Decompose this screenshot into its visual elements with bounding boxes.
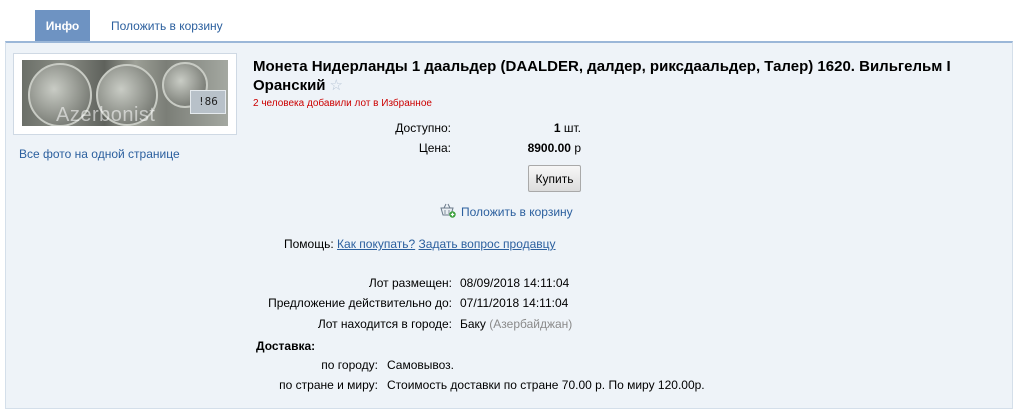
posted-label: Лот размещен: xyxy=(368,276,452,290)
price-value: 8900.00 р xyxy=(490,141,581,155)
delivery-world-label: по стране и миру: xyxy=(279,378,378,392)
city-label: Лот находится в городе: xyxy=(317,317,452,331)
delivery-city-label: по городу: xyxy=(321,358,378,372)
buy-button[interactable]: Купить xyxy=(528,165,581,192)
price-label: Цена: xyxy=(418,141,451,155)
tab-add-to-cart[interactable]: Положить в корзину xyxy=(111,10,223,42)
lot-photo-frame[interactable]: !86 Azerbonist xyxy=(13,53,237,135)
scale-display: !86 xyxy=(190,90,226,114)
posted-value: 08/09/2018 14:11:04 xyxy=(460,276,570,290)
favorite-star-icon[interactable]: ☆ xyxy=(330,77,343,94)
all-photos-link[interactable]: Все фото на одной странице xyxy=(19,147,180,161)
basket-add-icon[interactable] xyxy=(440,203,456,218)
valid-until-value: 07/11/2018 14:11:04 xyxy=(460,296,569,310)
valid-until-label: Предложение действительно до: xyxy=(268,296,452,310)
available-label: Доступно: xyxy=(395,121,451,135)
available-unit: шт. xyxy=(563,121,581,135)
photo-watermark: Azerbonist xyxy=(56,104,156,126)
delivery-world-value: Стоимость доставки по стране 70.00 р. По… xyxy=(387,378,705,392)
lot-title-text: Монета Нидерланды 1 даальдер (DAALDER, д… xyxy=(253,58,951,94)
favorites-count: 2 человека добавили лот в Избранное xyxy=(253,98,432,109)
country-name: (Азербайджан) xyxy=(489,317,573,331)
delivery-city-value: Самовывоз. xyxy=(387,358,455,372)
how-to-buy-link[interactable]: Как покупать? xyxy=(337,237,415,251)
delivery-heading: Доставка: xyxy=(256,339,316,353)
price-amount: 8900.00 xyxy=(527,141,571,155)
tab-bar: Инфо Положить в корзину xyxy=(0,0,1015,42)
tab-info[interactable]: Инфо xyxy=(35,10,90,42)
help-row: Помощь: Как покупать? Задать вопрос прод… xyxy=(284,237,556,251)
help-label: Помощь: xyxy=(284,237,334,251)
add-to-cart-link[interactable]: Положить в корзину xyxy=(461,205,573,219)
available-qty: 1 xyxy=(553,121,561,135)
city-name: Баку xyxy=(460,317,486,331)
price-currency: р xyxy=(574,141,581,155)
available-value: 1 шт. xyxy=(520,121,581,135)
lot-title: Монета Нидерланды 1 даальдер (DAALDER, д… xyxy=(253,57,993,95)
lot-photo[interactable]: !86 Azerbonist xyxy=(22,60,228,126)
ask-seller-link[interactable]: Задать вопрос продавцу xyxy=(419,237,556,251)
city-value: Баку (Азербайджан) xyxy=(460,317,572,331)
